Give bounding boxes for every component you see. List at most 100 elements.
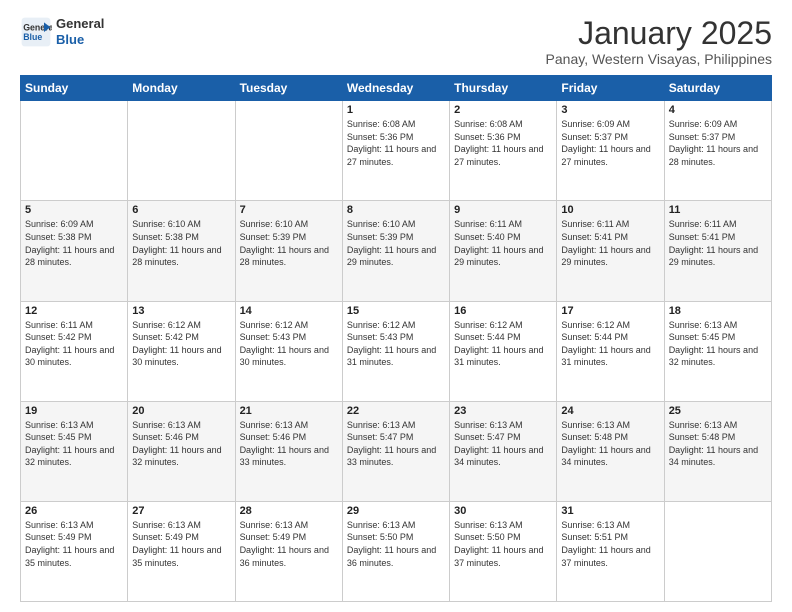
sunrise-label: Sunrise: 6:13 AM <box>132 420 201 430</box>
daylight-label: Daylight: 11 hours and 29 minutes. <box>669 245 758 268</box>
daylight-label: Daylight: 11 hours and 29 minutes. <box>454 245 543 268</box>
calendar-cell <box>21 101 128 201</box>
sunrise-label: Sunrise: 6:13 AM <box>240 520 309 530</box>
weekday-header-wednesday: Wednesday <box>342 76 449 101</box>
calendar-cell <box>128 101 235 201</box>
day-number: 28 <box>240 505 338 517</box>
day-number: 17 <box>561 305 659 317</box>
day-number: 22 <box>347 405 445 417</box>
daylight-label: Daylight: 11 hours and 33 minutes. <box>347 445 436 468</box>
day-info: Sunrise: 6:13 AM Sunset: 5:51 PM Daylight:… <box>561 519 659 569</box>
sunset-label: Sunset: 5:50 PM <box>454 532 521 542</box>
daylight-label: Daylight: 11 hours and 35 minutes. <box>132 545 221 568</box>
sunset-label: Sunset: 5:50 PM <box>347 532 414 542</box>
sunset-label: Sunset: 5:37 PM <box>561 132 628 142</box>
calendar-header-row: SundayMondayTuesdayWednesdayThursdayFrid… <box>21 76 772 101</box>
sunset-label: Sunset: 5:48 PM <box>561 432 628 442</box>
calendar-cell: 29Sunrise: 6:13 AMSunset: 5:50 PMDayligh… <box>342 501 449 601</box>
day-number: 13 <box>132 305 230 317</box>
day-info: Sunrise: 6:12 AMSunset: 5:43 PMDaylight:… <box>240 319 338 369</box>
daylight-label: Daylight: 11 hours and 28 minutes. <box>240 245 329 268</box>
calendar-cell: 23Sunrise: 6:13 AMSunset: 5:47 PMDayligh… <box>450 401 557 501</box>
sunrise-label: Sunrise: 6:08 AM <box>347 119 416 129</box>
sunset-label: Sunset: 5:36 PM <box>347 132 414 142</box>
weekday-header-friday: Friday <box>557 76 664 101</box>
day-number: 29 <box>347 505 445 517</box>
daylight-label: Daylight: 11 hours and 34 minutes. <box>561 445 650 468</box>
calendar-cell: 14 Sunrise: 6:12 AMSunset: 5:43 PMDayligh… <box>235 301 342 401</box>
day-info: Sunrise: 6:11 AMSunset: 5:42 PMDaylight:… <box>25 319 123 369</box>
day-number: 31 <box>561 505 659 517</box>
day-info: Sunrise: 6:09 AMSunset: 5:38 PMDaylight:… <box>25 218 123 268</box>
sunset-label: Sunset: 5:42 PM <box>132 332 199 342</box>
sunrise-label: Sunrise: 6:13 AM <box>132 520 201 530</box>
calendar-body: 1 Sunrise: 6:08 AM Sunset: 5:36 PM Daylight… <box>21 101 772 602</box>
day-info: Sunrise: 6:10 AMSunset: 5:39 PMDaylight:… <box>240 218 338 268</box>
daylight-label: Daylight: 11 hours and 28 minutes. <box>132 245 221 268</box>
sunrise-label: Sunrise: 6:13 AM <box>669 320 738 330</box>
day-info: Sunrise: 6:11 AMSunset: 5:40 PMDaylight:… <box>454 218 552 268</box>
day-number: 1 <box>347 104 445 116</box>
daylight-label: Daylight: 11 hours and 31 minutes. <box>561 345 650 368</box>
calendar-cell: 21Sunrise: 6:13 AMSunset: 5:46 PMDayligh… <box>235 401 342 501</box>
sunrise-label: Sunrise: 6:13 AM <box>454 520 523 530</box>
sunrise-label: Sunrise: 6:12 AM <box>347 320 416 330</box>
day-number: 26 <box>25 505 123 517</box>
day-info: Sunrise: 6:11 AMSunset: 5:41 PMDaylight:… <box>669 218 767 268</box>
calendar-cell: 6Sunrise: 6:10 AMSunset: 5:38 PMDaylight… <box>128 201 235 301</box>
calendar-cell <box>664 501 771 601</box>
day-info: Sunrise: 6:12 AMSunset: 5:42 PMDaylight:… <box>132 319 230 369</box>
day-number: 21 <box>240 405 338 417</box>
weekday-header-saturday: Saturday <box>664 76 771 101</box>
calendar-week-1: 1 Sunrise: 6:08 AM Sunset: 5:36 PM Daylight… <box>21 101 772 201</box>
calendar-cell: 27Sunrise: 6:13 AMSunset: 5:49 PMDayligh… <box>128 501 235 601</box>
sunset-label: Sunset: 5:36 PM <box>454 132 521 142</box>
sunset-label: Sunset: 5:43 PM <box>347 332 414 342</box>
daylight-label: Daylight: 11 hours and 29 minutes. <box>561 245 650 268</box>
day-info: Sunrise: 6:10 AMSunset: 5:38 PMDaylight:… <box>132 218 230 268</box>
daylight-label: Daylight: 11 hours and 32 minutes. <box>669 345 758 368</box>
day-info: Sunrise: 6:09 AMSunset: 5:37 PMDaylight:… <box>561 118 659 168</box>
calendar-cell: 5Sunrise: 6:09 AMSunset: 5:38 PMDaylight… <box>21 201 128 301</box>
sunrise-label: Sunrise: 6:09 AM <box>669 119 738 129</box>
daylight-label: Daylight: 11 hours and 34 minutes. <box>454 445 543 468</box>
sunrise-label: Sunrise: 6:11 AM <box>25 320 93 330</box>
sunrise-label: Sunrise: 6:11 AM <box>561 219 629 229</box>
calendar-cell: 31 Sunrise: 6:13 AM Sunset: 5:51 PM Dayligh… <box>557 501 664 601</box>
calendar-cell: 30Sunrise: 6:13 AMSunset: 5:50 PMDayligh… <box>450 501 557 601</box>
calendar: SundayMondayTuesdayWednesdayThursdayFrid… <box>20 75 772 602</box>
calendar-cell: 16Sunrise: 6:12 AMSunset: 5:44 PMDayligh… <box>450 301 557 401</box>
sunrise-label: Sunrise: 6:13 AM <box>454 420 523 430</box>
daylight-label: Daylight: 11 hours and 28 minutes. <box>25 245 114 268</box>
sunset-label: Sunset: 5:45 PM <box>25 432 92 442</box>
calendar-cell: 13 Sunrise: 6:12 AMSunset: 5:42 PMDayligh… <box>128 301 235 401</box>
day-info: Sunrise: 6:13 AMSunset: 5:45 PMDaylight:… <box>25 419 123 469</box>
calendar-cell: 17Sunrise: 6:12 AMSunset: 5:44 PMDayligh… <box>557 301 664 401</box>
day-info: Sunrise: 6:13 AMSunset: 5:48 PMDaylight:… <box>561 419 659 469</box>
daylight-label: Daylight: 11 hours and 27 minutes. <box>561 144 650 167</box>
daylight-label: Daylight: 11 hours and 34 minutes. <box>669 445 758 468</box>
day-number: 10 <box>561 204 659 216</box>
day-number: 12 <box>25 305 123 317</box>
daylight-label: Daylight: 11 hours and 30 minutes. <box>132 345 221 368</box>
sunrise-label: Sunrise: 6:12 AM <box>454 320 523 330</box>
day-info: Sunrise: 6:13 AMSunset: 5:47 PMDaylight:… <box>347 419 445 469</box>
header: General Blue General Blue January 2025 P… <box>20 16 772 67</box>
daylight-label: Daylight: 11 hours and 37 minutes. <box>561 545 650 568</box>
sunset-label: Sunset: 5:41 PM <box>669 232 736 242</box>
sunset-label: Sunset: 5:38 PM <box>132 232 199 242</box>
sunset-label: Sunset: 5:44 PM <box>561 332 628 342</box>
day-number: 14 <box>240 305 338 317</box>
calendar-cell <box>235 101 342 201</box>
sunrise-label: Sunrise: 6:13 AM <box>25 520 94 530</box>
svg-text:Blue: Blue <box>23 32 42 42</box>
calendar-cell: 22 Sunrise: 6:13 AMSunset: 5:47 PMDayligh… <box>342 401 449 501</box>
sunset-label: Sunset: 5:51 PM <box>561 532 628 542</box>
sunrise-label: Sunrise: 6:13 AM <box>561 520 630 530</box>
sunset-label: Sunset: 5:39 PM <box>347 232 414 242</box>
calendar-cell: 15Sunrise: 6:12 AMSunset: 5:43 PMDayligh… <box>342 301 449 401</box>
calendar-cell: 2Sunrise: 6:08 AMSunset: 5:36 PMDaylight… <box>450 101 557 201</box>
daylight-label: Daylight: 11 hours and 36 minutes. <box>240 545 329 568</box>
calendar-cell: 10 Sunrise: 6:11 AMSunset: 5:41 PMDayligh… <box>557 201 664 301</box>
day-info: Sunrise: 6:11 AMSunset: 5:41 PMDaylight:… <box>561 218 659 268</box>
